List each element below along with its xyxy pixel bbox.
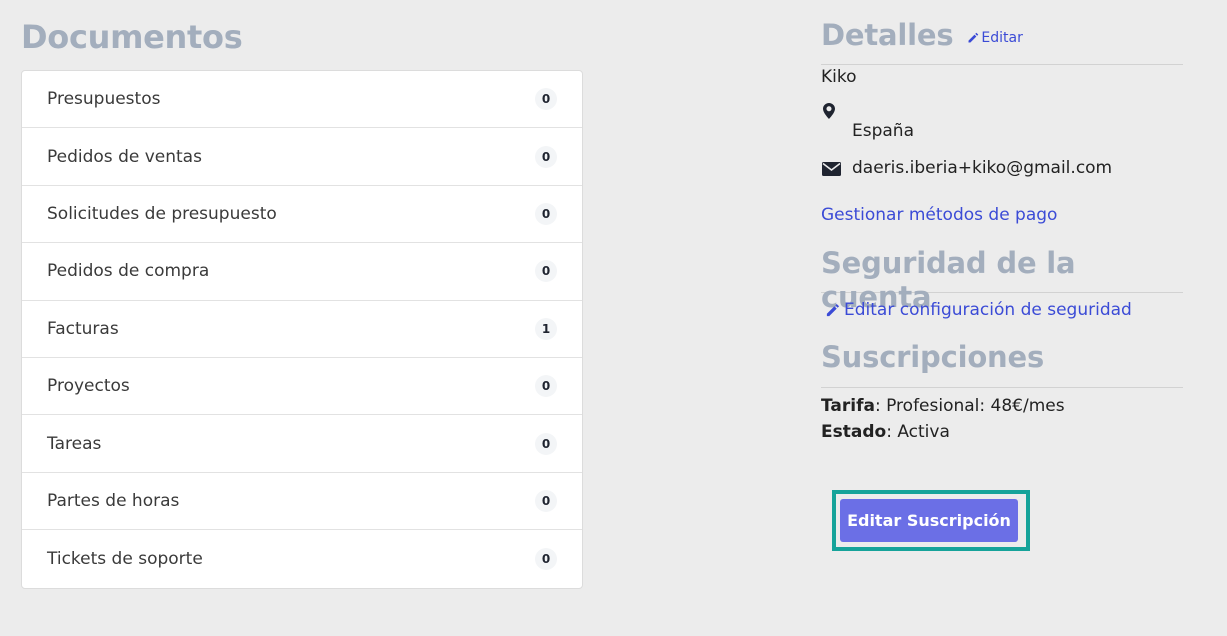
- pencil-icon: [826, 303, 840, 316]
- customer-country: España: [852, 121, 914, 141]
- document-item-label: Pedidos de ventas: [47, 146, 202, 167]
- state-value: : Activa: [886, 422, 950, 442]
- document-count-badge: 0: [535, 547, 557, 570]
- documents-list: Presupuestos 0 Pedidos de ventas 0 Solic…: [21, 70, 583, 589]
- document-item-tareas[interactable]: Tareas 0: [22, 415, 582, 473]
- document-item-pedidos-ventas[interactable]: Pedidos de ventas 0: [22, 128, 582, 186]
- document-count-badge: 0: [535, 375, 557, 398]
- document-item-partes-horas[interactable]: Partes de horas 0: [22, 473, 582, 531]
- document-item-label: Tickets de soporte: [47, 548, 203, 569]
- subscriptions-title: Suscripciones: [821, 340, 1045, 374]
- customer-name: Kiko: [821, 67, 857, 87]
- edit-subscription-highlight: Editar Suscripción: [832, 490, 1030, 551]
- edit-security-link[interactable]: Editar configuración de seguridad: [825, 300, 1132, 320]
- portal-page: Documentos Presupuestos 0 Pedidos de ven…: [0, 0, 1227, 636]
- document-item-solicitudes-presupuesto[interactable]: Solicitudes de presupuesto 0: [22, 186, 582, 244]
- security-header: Seguridad de la cuenta: [821, 246, 1183, 314]
- document-count-badge: 0: [535, 145, 557, 168]
- edit-security-label: Editar configuración de seguridad: [844, 300, 1132, 320]
- state-label: Estado: [821, 422, 887, 442]
- document-item-label: Presupuestos: [47, 89, 161, 110]
- details-header: Detalles Editar: [821, 18, 1183, 65]
- subscription-state: Estado: Activa: [821, 422, 950, 442]
- edit-subscription-button[interactable]: Editar Suscripción: [840, 499, 1018, 542]
- document-item-label: Tareas: [47, 433, 102, 454]
- document-item-label: Pedidos de compra: [47, 261, 210, 282]
- edit-details-link[interactable]: Editar: [967, 30, 1023, 46]
- manage-payment-methods-link[interactable]: Gestionar métodos de pago: [821, 205, 1057, 225]
- edit-details-label: Editar: [981, 30, 1023, 46]
- document-count-badge: 0: [535, 489, 557, 512]
- customer-email: daeris.iberia+kiko@gmail.com: [852, 158, 1113, 178]
- plan-label: Tarifa: [821, 396, 875, 416]
- document-count-badge: 1: [535, 317, 557, 340]
- document-item-label: Partes de horas: [47, 490, 180, 511]
- documents-title: Documentos: [21, 18, 243, 56]
- document-item-facturas[interactable]: Facturas 1: [22, 301, 582, 358]
- document-item-label: Proyectos: [47, 376, 130, 397]
- document-item-proyectos[interactable]: Proyectos 0: [22, 358, 582, 416]
- map-marker-icon: [823, 103, 835, 119]
- document-item-presupuestos[interactable]: Presupuestos 0: [22, 71, 582, 129]
- document-item-tickets-soporte[interactable]: Tickets de soporte 0: [22, 530, 582, 587]
- document-count-badge: 0: [535, 260, 557, 283]
- document-item-label: Solicitudes de presupuesto: [47, 203, 277, 224]
- envelope-icon: [822, 162, 841, 176]
- subscriptions-header: Suscripciones: [821, 340, 1183, 388]
- document-count-badge: 0: [535, 88, 557, 111]
- subscription-plan: Tarifa: Profesional: 48€/mes: [821, 396, 1065, 416]
- document-count-badge: 0: [535, 432, 557, 455]
- pencil-icon: [968, 32, 979, 43]
- details-title: Detalles: [821, 18, 954, 52]
- document-count-badge: 0: [535, 202, 557, 225]
- plan-value: : Profesional: 48€/mes: [874, 396, 1065, 416]
- document-item-pedidos-compra[interactable]: Pedidos de compra 0: [22, 243, 582, 301]
- document-item-label: Facturas: [47, 318, 119, 339]
